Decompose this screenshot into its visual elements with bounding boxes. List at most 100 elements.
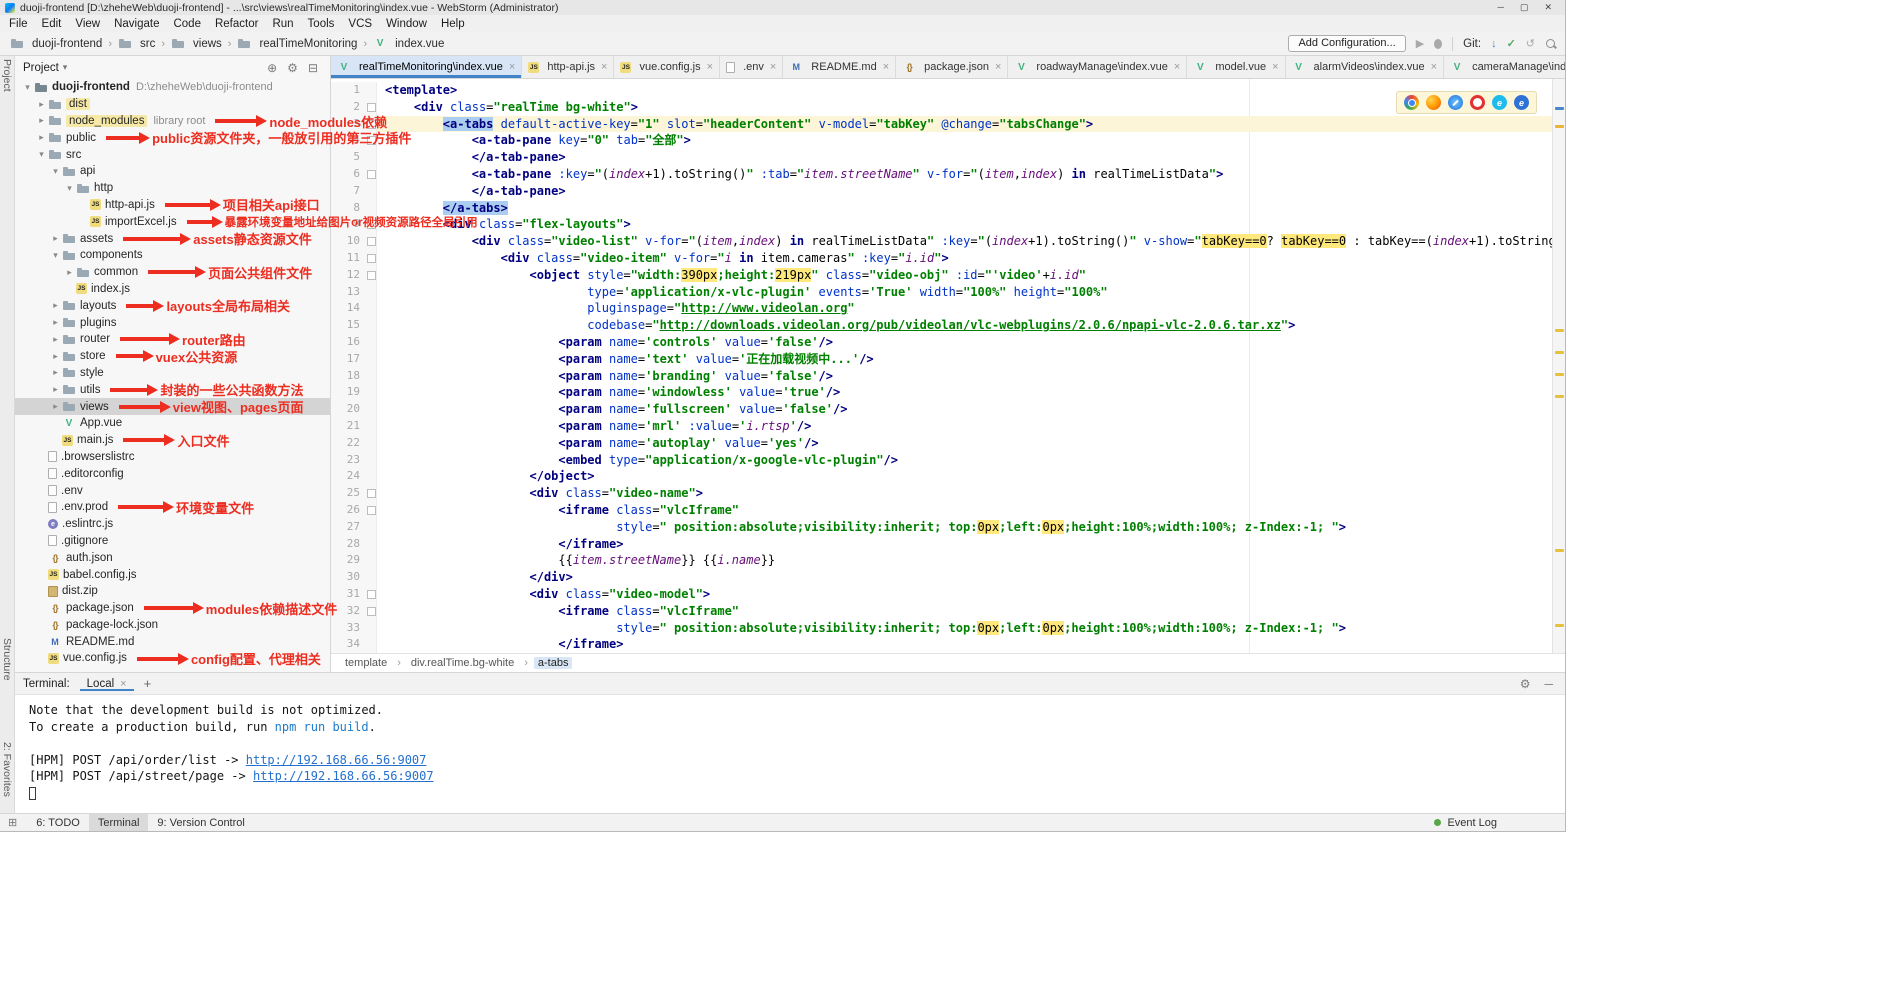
tree-item-index.js[interactable]: index.js: [15, 281, 330, 298]
fold-marker[interactable]: [365, 485, 377, 502]
expanded-chevron-icon[interactable]: ▾: [49, 250, 62, 261]
error-stripe-mark[interactable]: [1555, 329, 1564, 332]
opera-browser-icon[interactable]: [1470, 95, 1485, 110]
collapsed-chevron-icon[interactable]: ▸: [49, 334, 62, 345]
fold-marker[interactable]: [365, 250, 377, 267]
breadcrumb-views[interactable]: views: [169, 37, 224, 50]
tree-item-babel.config.js[interactable]: babel.config.js: [15, 566, 330, 583]
event-log-link[interactable]: Event Log: [1447, 817, 1497, 829]
menu-item-window[interactable]: Window: [379, 17, 434, 31]
tree-item-vue.config.js[interactable]: vue.config.jsconfig配置、代理相关: [15, 650, 330, 667]
tool-stripe-favorites[interactable]: 2: Favorites: [1, 742, 13, 797]
tree-item-layouts[interactable]: ▸layoutslayouts全局布局相关: [15, 297, 330, 314]
project-view-selector[interactable]: Project: [23, 62, 59, 74]
close-tab-icon[interactable]: ×: [770, 61, 776, 73]
error-stripe-mark[interactable]: [1555, 107, 1564, 110]
collapsed-chevron-icon[interactable]: ▸: [49, 401, 62, 412]
tree-item-App.vue[interactable]: App.vue: [15, 415, 330, 432]
collapsed-chevron-icon[interactable]: ▸: [49, 351, 62, 362]
hide-panel-icon[interactable]: ─: [1544, 677, 1553, 691]
error-stripe-mark[interactable]: [1555, 125, 1564, 128]
editor[interactable]: 1<template>2 <div class="realTime bg-whi…: [331, 79, 1565, 653]
add-configuration-button[interactable]: Add Configuration...: [1288, 35, 1405, 52]
collapsed-chevron-icon[interactable]: ▸: [63, 267, 76, 278]
tree-item-src[interactable]: ▾src: [15, 146, 330, 163]
menu-item-vcs[interactable]: VCS: [341, 17, 379, 31]
error-stripe-mark[interactable]: [1555, 624, 1564, 627]
error-stripe-mark[interactable]: [1555, 351, 1564, 354]
ie-browser-icon[interactable]: [1492, 95, 1507, 110]
tree-item-assets[interactable]: ▸assetsassets静态资源文件: [15, 230, 330, 247]
git-update-icon[interactable]: ↓: [1491, 38, 1497, 50]
menu-item-file[interactable]: File: [2, 17, 35, 31]
editor-tab-roadwayManage-index.vue[interactable]: roadwayManage\index.vue×: [1008, 56, 1187, 78]
tool-stripe-project[interactable]: Project: [1, 59, 13, 92]
collapsed-chevron-icon[interactable]: ▸: [49, 367, 62, 378]
gear-icon[interactable]: ⚙: [287, 61, 298, 75]
editor-tab-.env[interactable]: .env×: [720, 56, 783, 78]
close-tab-icon[interactable]: ×: [707, 61, 713, 73]
tree-item-views[interactable]: ▸viewsview视图、pages页面: [15, 398, 330, 415]
collapsed-chevron-icon[interactable]: ▸: [35, 115, 48, 126]
tree-item-common[interactable]: ▸common页面公共组件文件: [15, 264, 330, 281]
menu-item-tools[interactable]: Tools: [301, 17, 342, 31]
editor-tab-alarmVideos-index.vue[interactable]: alarmVideos\index.vue×: [1286, 56, 1445, 78]
tree-item-plugins[interactable]: ▸plugins: [15, 314, 330, 331]
close-icon[interactable]: ✕: [1544, 2, 1552, 13]
editor-breadcrumb-a-tabs[interactable]: a-tabs: [534, 657, 573, 669]
tree-item-.gitignore[interactable]: .gitignore: [15, 533, 330, 550]
editor-tab-package.json[interactable]: package.json×: [896, 56, 1008, 78]
locate-file-icon[interactable]: ⊕: [267, 61, 277, 75]
new-terminal-icon[interactable]: +: [144, 676, 152, 691]
menu-item-run[interactable]: Run: [265, 17, 300, 31]
expanded-chevron-icon[interactable]: ▾: [21, 82, 34, 93]
history-icon[interactable]: ↺: [1526, 37, 1535, 50]
menu-item-help[interactable]: Help: [434, 17, 472, 31]
close-tab-icon[interactable]: ×: [120, 678, 126, 690]
tree-item-main.js[interactable]: main.js入口文件: [15, 432, 330, 449]
search-everywhere-icon[interactable]: [1545, 38, 1557, 50]
menu-item-edit[interactable]: Edit: [35, 17, 69, 31]
tree-item-importExcel.js[interactable]: importExcel.js暴露环境变量地址给图片or视频资源路径全局引用: [15, 213, 330, 230]
tree-item-http[interactable]: ▾http: [15, 180, 330, 197]
debug-icon[interactable]: [1434, 39, 1442, 49]
terminal-tab-local[interactable]: Local ×: [80, 676, 134, 691]
collapsed-chevron-icon[interactable]: ▸: [35, 132, 48, 143]
tree-item-README.md[interactable]: README.md: [15, 633, 330, 650]
editor-tab-README.md[interactable]: README.md×: [783, 56, 896, 78]
editor-tab-http-api.js[interactable]: http-api.js×: [522, 56, 614, 78]
tool-stripe-structure[interactable]: Structure: [1, 638, 13, 681]
menu-item-view[interactable]: View: [68, 17, 107, 31]
close-tab-icon[interactable]: ×: [883, 61, 889, 73]
close-tab-icon[interactable]: ×: [1431, 61, 1437, 73]
tree-item-package-lock.json[interactable]: package-lock.json: [15, 617, 330, 634]
fold-marker[interactable]: [365, 502, 377, 519]
tree-item-.env.prod[interactable]: .env.prod环境变量文件: [15, 499, 330, 516]
git-commit-icon[interactable]: ✓: [1507, 37, 1516, 50]
fold-marker[interactable]: [365, 603, 377, 620]
safari-browser-icon[interactable]: [1448, 95, 1463, 110]
menu-item-navigate[interactable]: Navigate: [107, 17, 166, 31]
tree-item-api[interactable]: ▾api: [15, 163, 330, 180]
breadcrumb-src[interactable]: src: [116, 37, 157, 50]
close-tab-icon[interactable]: ×: [1272, 61, 1278, 73]
editor-breadcrumb-template[interactable]: template: [341, 657, 391, 669]
editor-breadcrumb-div.realTime.bg-white[interactable]: div.realTime.bg-white: [407, 657, 518, 669]
tree-item-http-api.js[interactable]: http-api.js项目相关api接口: [15, 197, 330, 214]
editor-tab-cameraManage-index.vue[interactable]: cameraManage\index.vue×: [1444, 56, 1565, 78]
collapsed-chevron-icon[interactable]: ▸: [49, 233, 62, 244]
close-tab-icon[interactable]: ×: [509, 61, 515, 73]
collapse-all-icon[interactable]: ⊟: [308, 61, 318, 75]
statusbar-version-control[interactable]: 9: Version Control: [148, 814, 253, 831]
run-icon[interactable]: ▶: [1416, 37, 1424, 50]
tree-item-.editorconfig[interactable]: .editorconfig: [15, 465, 330, 482]
collapsed-chevron-icon[interactable]: ▸: [49, 300, 62, 311]
minimize-icon[interactable]: ─: [1498, 2, 1504, 13]
terminal-settings-icon[interactable]: ⚙: [1520, 677, 1531, 691]
tree-item-components[interactable]: ▾components: [15, 247, 330, 264]
menu-item-refactor[interactable]: Refactor: [208, 17, 265, 31]
maximize-icon[interactable]: ▢: [1520, 2, 1529, 13]
terminal-output[interactable]: Note that the development build is not o…: [15, 695, 1565, 813]
breadcrumb-duoji-frontend[interactable]: duoji-frontend: [8, 37, 104, 50]
error-stripe-mark[interactable]: [1555, 549, 1564, 552]
